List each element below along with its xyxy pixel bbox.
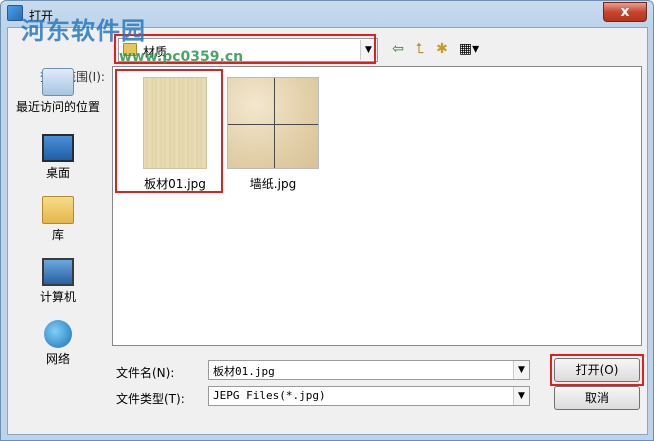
- computer-icon: [42, 258, 74, 286]
- chevron-down-icon[interactable]: ▼: [513, 361, 529, 379]
- library-icon: [42, 196, 74, 224]
- file-highlight: [115, 69, 223, 193]
- place-label: 库: [51, 228, 64, 242]
- watermark-url: www.pc0359.cn: [119, 49, 244, 65]
- place-label: 计算机: [39, 290, 76, 304]
- close-button[interactable]: x: [603, 2, 647, 22]
- filetype-select[interactable]: JEPG Files(*.jpg): [208, 386, 530, 406]
- recent-places-icon: [42, 68, 74, 96]
- place-library[interactable]: 库: [12, 196, 104, 242]
- places-bar: 最近访问的位置 桌面 库 计算机 网络: [12, 68, 104, 366]
- dialog-body: 查找范围(I): 材质 ▼ ⇦ ⮤ ✱ ▦▾ 最近访问的位置 桌面 库: [7, 27, 648, 435]
- file-thumbnail: [227, 77, 319, 169]
- place-computer[interactable]: 计算机: [12, 258, 104, 304]
- place-network[interactable]: 网络: [12, 320, 104, 366]
- network-icon: [44, 320, 72, 348]
- filename-field[interactable]: 板材01.jpg: [208, 360, 530, 380]
- new-folder-icon[interactable]: ✱: [432, 40, 452, 58]
- open-dialog: 打开 x 查找范围(I): 材质 ▼ ⇦ ⮤ ✱ ▦▾ 最近访问的位置 桌面: [0, 0, 654, 441]
- place-label: 桌面: [45, 166, 70, 180]
- place-desktop[interactable]: 桌面: [12, 134, 104, 180]
- view-menu-icon[interactable]: ▦▾: [454, 40, 484, 58]
- desktop-icon: [42, 134, 74, 162]
- chevron-down-icon[interactable]: ▼: [513, 387, 529, 405]
- up-folder-icon[interactable]: ⮤: [410, 40, 430, 58]
- filetype-label: 文件类型(T):: [116, 392, 185, 406]
- back-icon[interactable]: ⇦: [388, 40, 408, 58]
- watermark-logo: 河东软件园: [21, 16, 146, 45]
- file-list[interactable]: 板材01.jpg 墙纸.jpg: [112, 66, 642, 346]
- place-label: 最近访问的位置: [15, 100, 100, 114]
- cancel-button[interactable]: 取消: [554, 386, 640, 410]
- place-recent[interactable]: 最近访问的位置: [12, 68, 104, 114]
- filename-label: 文件名(N):: [116, 366, 175, 380]
- file-name: 墙纸.jpg: [249, 177, 297, 191]
- place-label: 网络: [45, 352, 70, 366]
- file-item[interactable]: 墙纸.jpg: [225, 77, 321, 192]
- open-highlight: [550, 354, 644, 386]
